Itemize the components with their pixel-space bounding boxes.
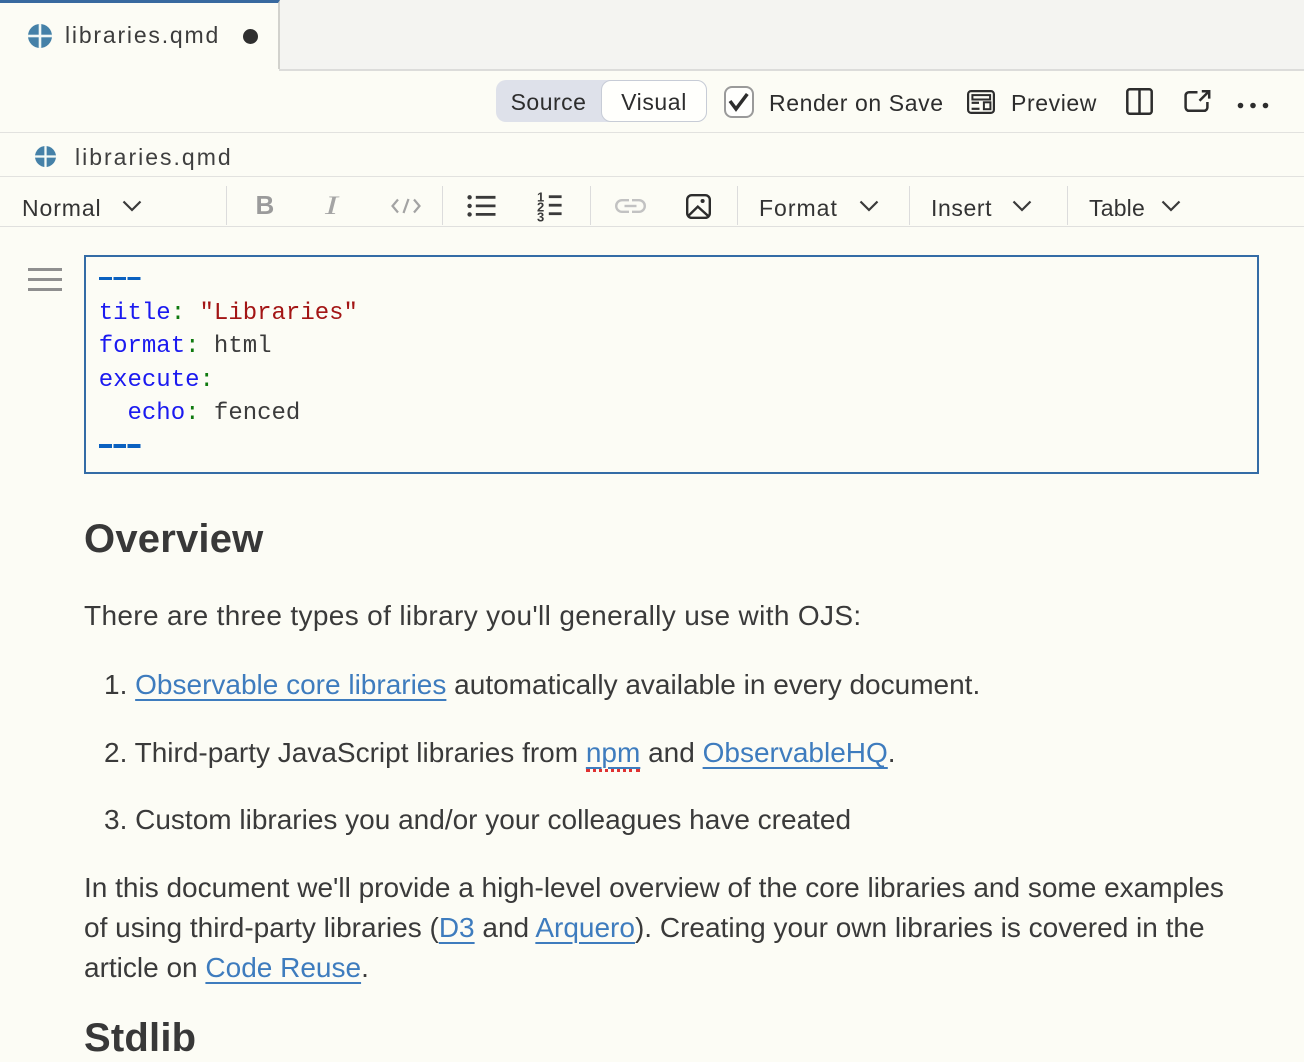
svg-text:3: 3 <box>537 210 544 223</box>
